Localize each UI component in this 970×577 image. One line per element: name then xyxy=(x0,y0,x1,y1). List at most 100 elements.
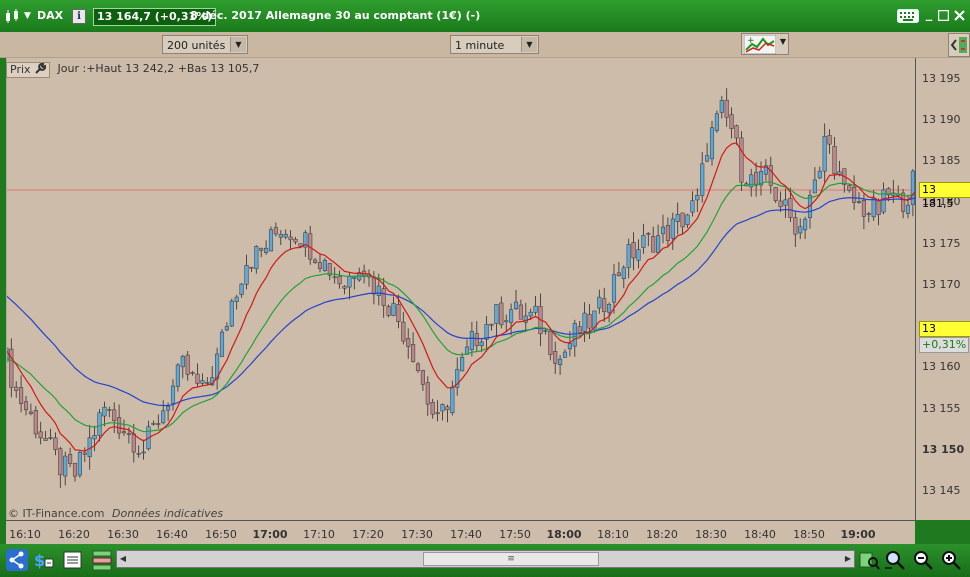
candle-body xyxy=(597,296,602,309)
interval-select[interactable]: 1 minute ▼ xyxy=(450,35,539,54)
candle-body xyxy=(847,185,852,191)
candle-body xyxy=(518,304,523,320)
candle-body xyxy=(798,226,803,234)
instrument-name[interactable]: DAX xyxy=(37,0,63,32)
time-tick-label: 17:40 xyxy=(450,528,482,541)
keyboard-icon[interactable] xyxy=(897,9,919,23)
price-tick-label: 13 160 xyxy=(922,360,961,374)
candle-body xyxy=(97,412,102,436)
price-tick-label: 13 155 xyxy=(922,401,961,415)
units-select[interactable]: 200 unités ▼ xyxy=(162,35,248,54)
units-select-value: 200 unités xyxy=(167,39,226,52)
zoom-out-icon[interactable] xyxy=(912,549,934,571)
chart-toolbar: 200 unités ▼ 1 minute ▼ + ▼ xyxy=(0,32,970,58)
candle-body xyxy=(219,331,225,357)
zoom-window-icon[interactable] xyxy=(884,549,906,571)
candle-body xyxy=(254,246,259,270)
candle-body xyxy=(371,276,376,295)
candle-body xyxy=(406,338,411,347)
candle-body xyxy=(533,305,538,313)
candle-body xyxy=(528,311,533,317)
minimize-icon[interactable]: _ xyxy=(922,7,936,23)
candle-body xyxy=(77,452,82,476)
candle-body xyxy=(244,265,249,285)
candle-body xyxy=(376,285,381,296)
time-scrollbar[interactable]: ◀ ≡ ▶ xyxy=(116,550,855,568)
candle-body xyxy=(58,448,63,476)
side-panel-icon[interactable] xyxy=(948,33,970,57)
candle-body xyxy=(827,135,832,145)
candle-body xyxy=(117,417,122,434)
time-tick-label: 18:10 xyxy=(597,528,629,541)
candle-body xyxy=(156,423,161,425)
candle-body xyxy=(871,197,876,218)
price-label: Prix xyxy=(10,63,31,76)
candle-body xyxy=(396,304,401,322)
wrench-icon xyxy=(35,62,47,74)
copyright-text: © IT-Finance.com xyxy=(8,507,105,520)
candle-body xyxy=(626,244,631,268)
candle-body xyxy=(469,331,474,351)
candle-body xyxy=(136,453,141,455)
candle-body xyxy=(450,386,455,414)
candle-body xyxy=(660,226,666,235)
candle-body xyxy=(352,276,357,279)
copyright-notice: © IT-Finance.com Données indicatives xyxy=(8,507,223,520)
candle-body xyxy=(709,127,715,160)
chart-plot-area[interactable] xyxy=(6,58,916,520)
candlestick-icon[interactable] xyxy=(4,8,20,24)
candle-body xyxy=(170,385,176,404)
time-tick-label: 18:40 xyxy=(744,528,776,541)
instrument-dropdown-arrow[interactable]: ▼ xyxy=(24,0,31,32)
time-tick-label: 16:40 xyxy=(156,528,188,541)
candle-body xyxy=(861,200,866,217)
candle-body xyxy=(499,302,504,326)
candle-body xyxy=(783,199,788,206)
candle-body xyxy=(616,272,621,276)
chart-tools-button[interactable]: + ▼ xyxy=(741,33,789,55)
candle-body xyxy=(185,354,190,375)
chevron-down-icon[interactable]: ▼ xyxy=(780,37,786,46)
candle-body xyxy=(636,249,641,261)
candle-body xyxy=(602,298,607,313)
candle-body xyxy=(582,312,587,332)
share-icon[interactable] xyxy=(6,549,28,571)
zoom-in-icon[interactable] xyxy=(940,549,962,571)
candle-body xyxy=(607,303,612,313)
candle-body xyxy=(611,274,617,303)
dollar-icon[interactable]: $ xyxy=(33,549,55,571)
indicators-icon[interactable] xyxy=(91,549,113,571)
candle-body xyxy=(175,364,180,387)
scroll-left-icon[interactable]: ◀ xyxy=(117,552,129,566)
candle-body xyxy=(793,217,798,235)
svg-text:$: $ xyxy=(34,551,45,570)
candle-body xyxy=(68,454,73,464)
time-tick-label: 16:50 xyxy=(205,528,237,541)
calendar-list-icon[interactable] xyxy=(62,549,84,571)
zoom-fit-icon[interactable] xyxy=(858,549,880,571)
time-axis[interactable]: 16:10 16:20 16:30 16:40 16:50 17:00 17:10 17:20… xyxy=(6,520,915,545)
candle-body xyxy=(347,276,352,288)
maximize-icon[interactable] xyxy=(938,10,949,21)
candle-body xyxy=(401,321,406,342)
candle-body xyxy=(509,309,514,323)
candle-body xyxy=(734,125,739,139)
candle-body xyxy=(23,401,29,411)
candle-body xyxy=(249,266,254,269)
candle-body xyxy=(151,423,156,425)
current-price-tag: 13 164,7 xyxy=(919,320,970,349)
chevron-down-icon[interactable]: ▼ xyxy=(521,37,537,52)
time-tick-label: 18:20 xyxy=(646,528,678,541)
price-settings-button[interactable]: Prix xyxy=(6,62,51,78)
close-icon[interactable] xyxy=(954,10,965,21)
chevron-down-icon[interactable]: ▼ xyxy=(230,37,246,52)
price-tick-label: 13 170 xyxy=(922,277,961,291)
candle-body xyxy=(852,186,857,203)
info-icon[interactable]: i xyxy=(72,9,86,24)
candle-body xyxy=(107,409,112,411)
price-axis[interactable]: 13 19513 19013 18513 18013 17513 17013 1… xyxy=(915,58,970,520)
candle-body xyxy=(754,171,759,186)
scroll-right-icon[interactable]: ▶ xyxy=(842,552,854,566)
candle-body xyxy=(72,462,78,477)
scrollbar-thumb[interactable]: ≡ xyxy=(423,552,599,566)
